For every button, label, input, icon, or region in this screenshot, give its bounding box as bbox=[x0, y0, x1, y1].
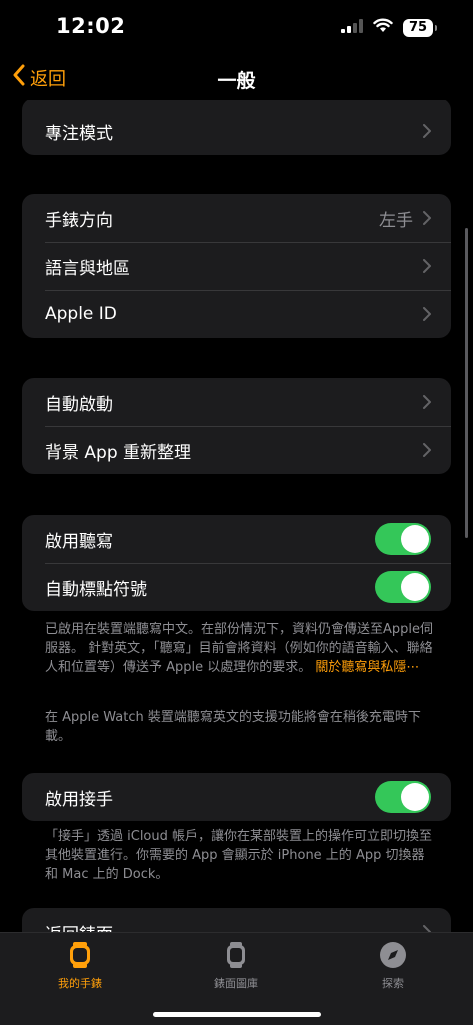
dictation-download-note: 在 Apple Watch 裝置端聽寫英文的支援功能將會在稍後充電時下載。 bbox=[45, 710, 421, 744]
chevron-right-icon bbox=[423, 307, 431, 321]
handoff-toggle[interactable] bbox=[375, 781, 431, 813]
row-auto-launch[interactable]: 自動啟動 bbox=[22, 378, 451, 426]
chevron-right-icon bbox=[423, 395, 431, 409]
handoff-footnote: 「接手」透過 iCloud 帳戶，讓你在某部裝置上的操作可立即切換至其他裝置進行… bbox=[45, 829, 433, 882]
tab-label: 我的手錶 bbox=[58, 977, 102, 990]
page-title: 一般 bbox=[217, 70, 256, 92]
row-label: 語言與地區 bbox=[45, 258, 130, 279]
tab-face-gallery[interactable]: 錶面圖庫 bbox=[176, 939, 296, 991]
dictation-toggle[interactable] bbox=[375, 523, 431, 555]
row-auto-punctuation: 自動標點符號 bbox=[22, 563, 451, 611]
auto-punctuation-toggle[interactable] bbox=[375, 571, 431, 603]
tab-label: 錶面圖庫 bbox=[214, 977, 258, 990]
row-apple-id[interactable]: Apple ID bbox=[22, 290, 451, 338]
group-return-face: 返回錶面 bbox=[22, 908, 451, 932]
chevron-right-icon bbox=[423, 211, 431, 225]
row-enable-handoff: 啟用接手 bbox=[22, 773, 451, 821]
row-focus-mode[interactable]: 專注模式 bbox=[22, 100, 451, 155]
status-icons: 75 bbox=[341, 18, 437, 37]
group-dictation: 啟用聽寫 自動標點符號 bbox=[22, 515, 451, 611]
cellular-signal-icon bbox=[341, 18, 363, 37]
home-indicator[interactable] bbox=[153, 1012, 321, 1017]
status-time: 12:02 bbox=[56, 14, 126, 38]
group-general: 手錶方向 左手 語言與地區 Apple ID bbox=[22, 194, 451, 338]
toggle-knob bbox=[401, 783, 429, 811]
nav-bar: 返回 一般 bbox=[0, 56, 473, 100]
tab-label: 探索 bbox=[382, 977, 404, 990]
row-label: 啟用接手 bbox=[45, 789, 113, 810]
row-enable-dictation: 啟用聽寫 bbox=[22, 515, 451, 563]
battery-icon: 75 bbox=[403, 18, 437, 37]
row-language-region[interactable]: 語言與地區 bbox=[22, 242, 451, 290]
dictation-privacy-link[interactable]: 關於聽寫與私隱⋯ bbox=[315, 660, 419, 675]
tab-bar: 我的手錶 錶面圖庫 探索 bbox=[0, 932, 473, 1025]
toggle-knob bbox=[401, 525, 429, 553]
dictation-footnote: 已啟用在裝置端聽寫中文。在部份情況下，資料仍會傳送至Apple伺服器。 針對英文… bbox=[45, 620, 435, 677]
row-label: 手錶方向 bbox=[45, 210, 113, 231]
toggle-knob bbox=[401, 573, 429, 601]
group-focus: 專注模式 bbox=[22, 100, 451, 155]
settings-list[interactable]: 專注模式 手錶方向 左手 語言與地區 Apple ID 自動啟動 背景 App … bbox=[0, 100, 473, 932]
chevron-right-icon bbox=[423, 925, 431, 932]
scrollbar[interactable] bbox=[465, 228, 468, 538]
row-background-app-refresh[interactable]: 背景 App 重新整理 bbox=[22, 426, 451, 474]
row-label: 自動標點符號 bbox=[45, 579, 147, 600]
chevron-right-icon bbox=[423, 259, 431, 273]
row-label: 啟用聽寫 bbox=[45, 531, 113, 552]
tab-my-watch[interactable]: 我的手錶 bbox=[20, 939, 140, 991]
tab-discover[interactable]: 探索 bbox=[333, 939, 453, 991]
row-watch-orientation[interactable]: 手錶方向 左手 bbox=[22, 194, 451, 242]
wifi-icon bbox=[373, 18, 393, 37]
chevron-right-icon bbox=[423, 124, 431, 138]
compass-icon bbox=[333, 939, 453, 971]
chevron-right-icon bbox=[423, 443, 431, 457]
group-handoff: 啟用接手 bbox=[22, 773, 451, 821]
watch-icon bbox=[20, 939, 140, 971]
group-apps: 自動啟動 背景 App 重新整理 bbox=[22, 378, 451, 474]
row-value: 左手 bbox=[379, 210, 413, 231]
status-bar: 12:02 75 bbox=[0, 0, 473, 56]
watch-face-icon bbox=[176, 939, 296, 971]
row-return-to-clock[interactable]: 返回錶面 bbox=[22, 908, 451, 932]
row-label: 返回錶面 bbox=[45, 920, 423, 933]
row-label: Apple ID bbox=[45, 304, 117, 324]
row-label: 專注模式 bbox=[45, 123, 113, 144]
row-label: 自動啟動 bbox=[45, 394, 113, 415]
row-label: 背景 App 重新整理 bbox=[45, 442, 192, 463]
